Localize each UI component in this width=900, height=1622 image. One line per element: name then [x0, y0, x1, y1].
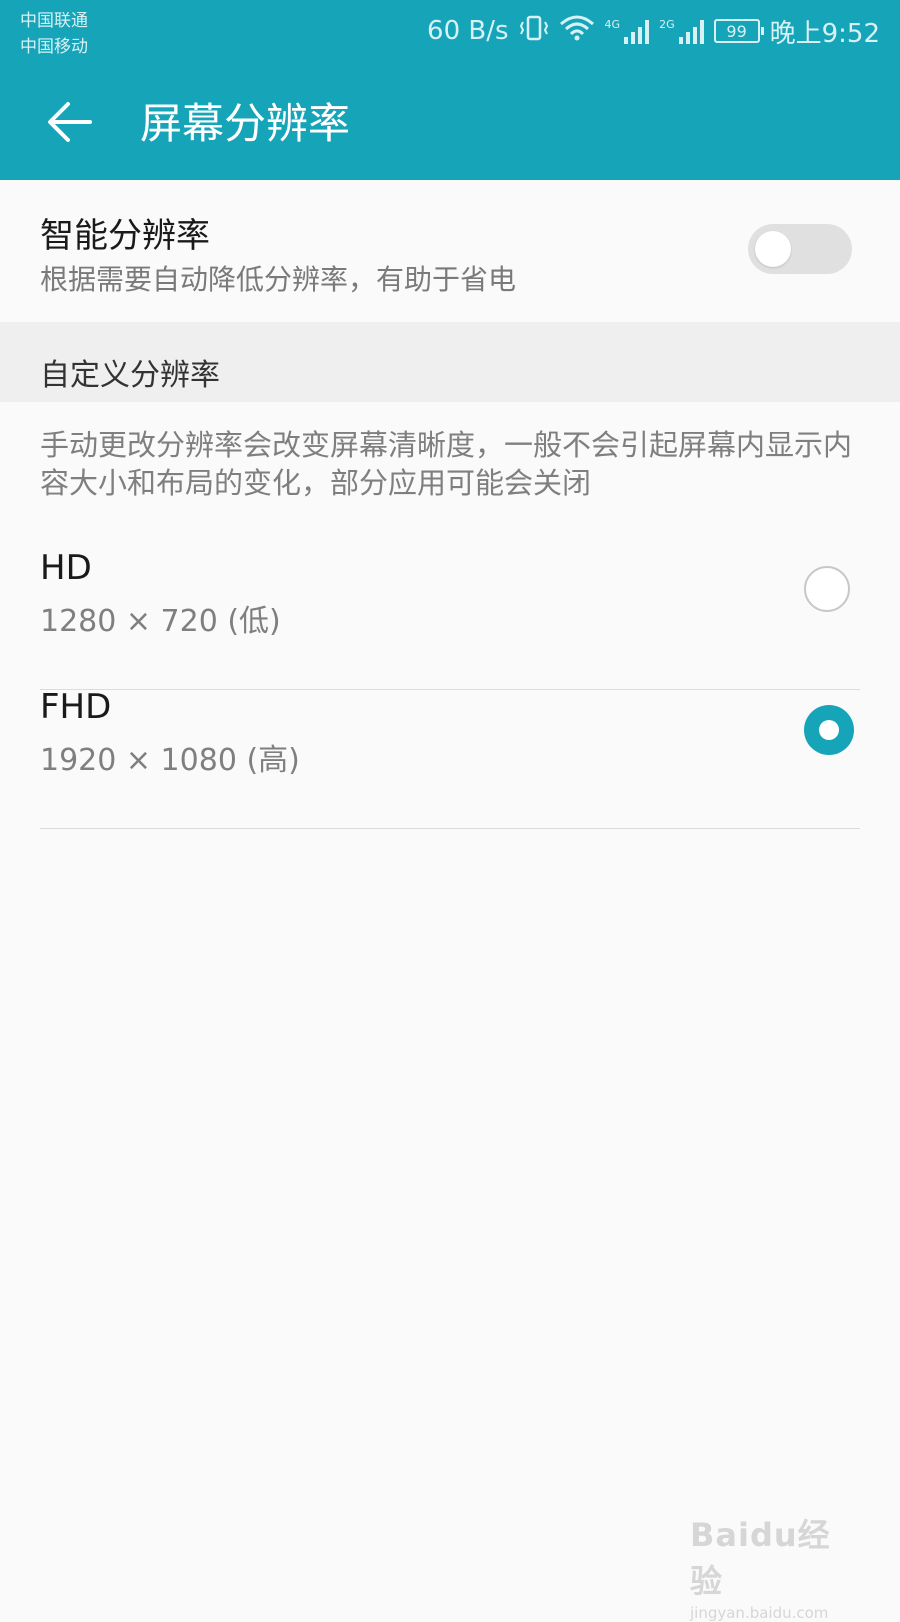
radio-unselected[interactable]	[804, 566, 850, 612]
sim2-network-type: 2G	[659, 18, 675, 31]
status-indicators: 60 B/s 4G 2G 99 晚上9:52	[427, 12, 880, 50]
status-bar: 中国联通 中国移动 60 B/s 4G 2G 99 晚上9:52	[0, 0, 900, 62]
option-name: FHD	[40, 687, 112, 727]
smart-resolution-row[interactable]: 智能分辨率 根据需要自动降低分辨率，有助于省电	[0, 180, 900, 322]
section-header: 自定义分辨率	[0, 322, 900, 402]
network-speed: 60 B/s	[427, 16, 509, 46]
watermark-url: jingyan.baidu.com	[690, 1604, 829, 1622]
battery-level: 99	[726, 21, 747, 41]
page-title: 屏幕分辨率	[140, 99, 351, 148]
back-button[interactable]	[40, 92, 100, 152]
app-bar: 屏幕分辨率	[0, 62, 900, 180]
smart-resolution-toggle[interactable]	[748, 224, 852, 274]
clock: 晚上9:52	[769, 18, 880, 49]
smart-resolution-subtitle: 根据需要自动降低分辨率，有助于省电	[40, 263, 517, 296]
wifi-icon	[559, 14, 595, 49]
vibrate-icon	[519, 14, 549, 49]
smart-resolution-title: 智能分辨率	[40, 216, 210, 256]
section-title: 自定义分辨率	[40, 358, 220, 393]
option-resolution: 1280 × 720 (低)	[40, 604, 281, 639]
option-fhd[interactable]: FHD 1920 × 1080 (高)	[0, 687, 900, 829]
carrier-2: 中国移动	[20, 37, 88, 57]
option-name: HD	[40, 548, 92, 588]
watermark: Baidu经验 jingyan.baidu.com	[690, 1510, 860, 1622]
carrier-1: 中国联通	[20, 11, 88, 31]
option-resolution: 1920 × 1080 (高)	[40, 743, 300, 778]
signal-sim2-icon: 2G	[659, 18, 704, 44]
option-hd[interactable]: HD 1280 × 720 (低)	[0, 548, 900, 690]
sim1-network-type: 4G	[604, 18, 621, 31]
divider	[40, 828, 860, 829]
signal-sim1-icon: 4G	[605, 18, 650, 44]
watermark-logo: Baidu经验	[690, 1516, 831, 1600]
toggle-knob	[755, 231, 791, 267]
arrow-left-icon	[48, 102, 92, 142]
battery-icon: 99	[713, 19, 764, 43]
radio-dot	[819, 720, 839, 740]
section-description: 手动更改分辨率会改变屏幕清晰度，一般不会引起屏幕内显示内容大小和布局的变化，部分…	[40, 428, 853, 500]
radio-selected[interactable]	[804, 705, 854, 755]
